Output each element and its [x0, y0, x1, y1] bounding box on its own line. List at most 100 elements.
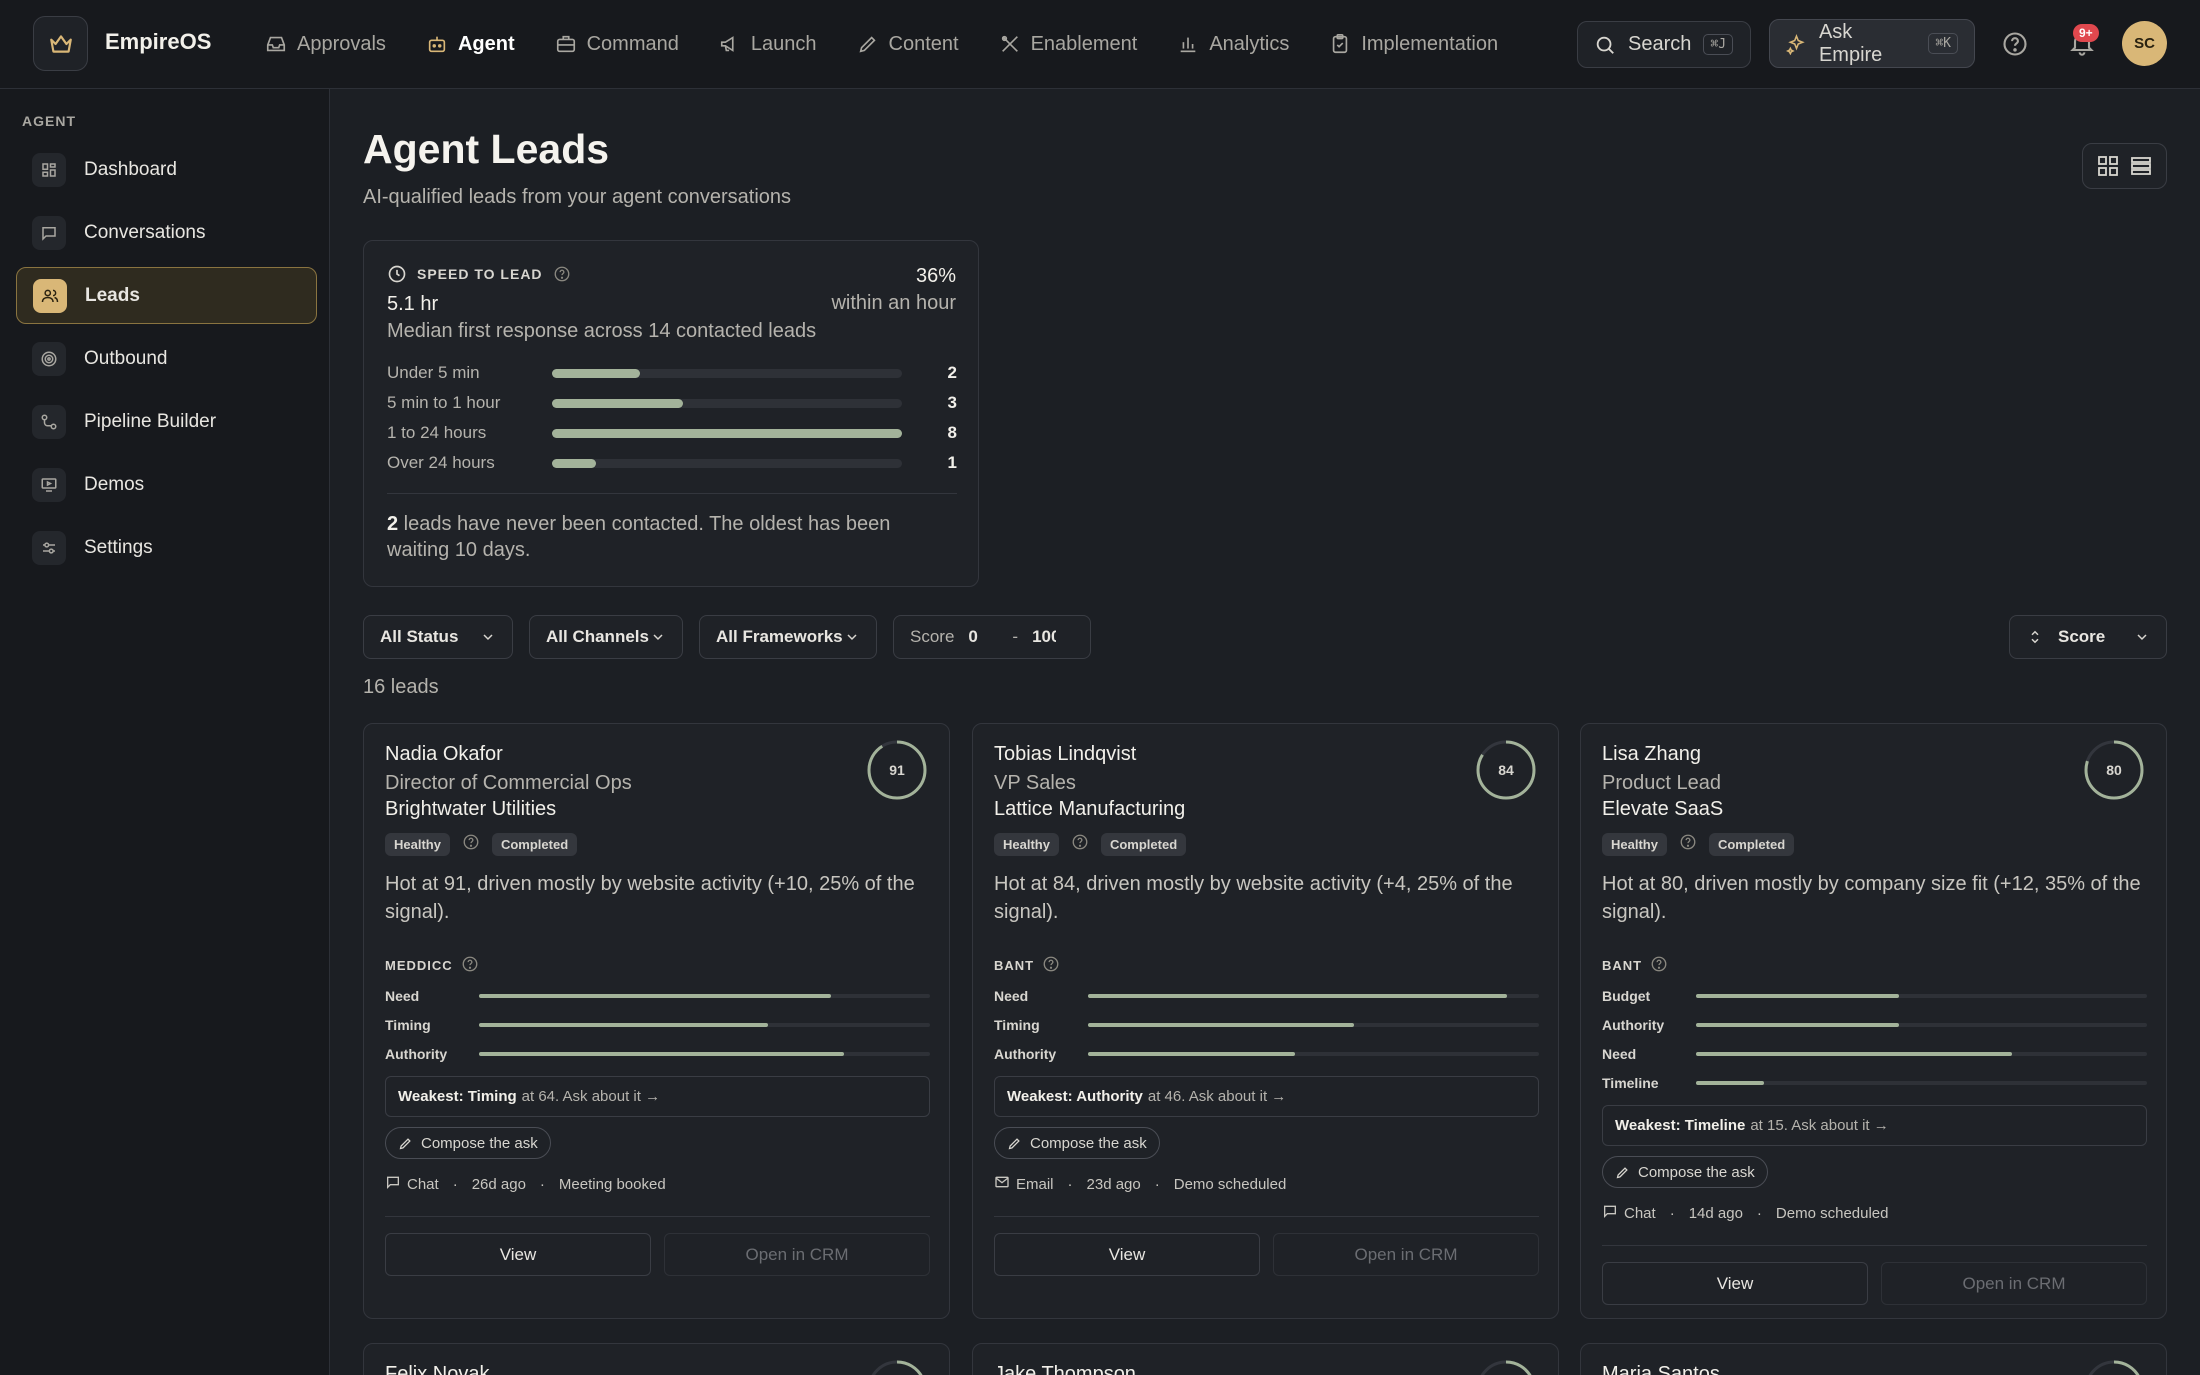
- lead-card[interactable]: Nadia Okafor Director of Commercial Ops Br…: [363, 723, 950, 1319]
- nav-label: Agent: [457, 32, 515, 55]
- top-nav-bar: EmpireOS Approvals Agent Command Launch …: [0, 0, 2200, 89]
- sidebar-item-leads[interactable]: Leads: [16, 267, 317, 324]
- help-icon[interactable]: [1071, 833, 1089, 856]
- speed-heading: SPEED TO LEAD: [387, 264, 571, 284]
- framework-heading: BANT: [1602, 955, 1668, 976]
- grid-view-icon[interactable]: [2096, 154, 2120, 178]
- search-button[interactable]: Search ⌘J: [1577, 21, 1751, 68]
- ask-empire-button[interactable]: Ask Empire ⌘K: [1769, 19, 1975, 68]
- criterion-label: Timeline: [1602, 1075, 1659, 1091]
- help-icon[interactable]: [2001, 30, 2029, 58]
- criterion-label: Authority: [994, 1046, 1057, 1062]
- bucket-label: Under 5 min: [387, 363, 480, 382]
- bucket-count: 1: [947, 453, 957, 472]
- health-badge: Healthy: [385, 833, 450, 856]
- criterion-label: Authority: [385, 1046, 448, 1062]
- nav-approvals[interactable]: Approvals: [245, 24, 406, 64]
- help-icon[interactable]: [1650, 955, 1668, 976]
- chevron-down-icon: [847, 634, 857, 641]
- criterion-bar-fill: [1696, 994, 1899, 998]
- chat-icon: [385, 1174, 401, 1194]
- weakest-criterion-link[interactable]: Weakest: Timing at 64. Ask about it →: [385, 1076, 930, 1117]
- divider: [994, 1216, 1539, 1217]
- help-icon[interactable]: [1042, 955, 1060, 976]
- nav-agent[interactable]: Agent: [406, 24, 535, 64]
- sidebar-item-demos[interactable]: Demos: [16, 456, 317, 513]
- help-icon[interactable]: [461, 955, 479, 976]
- help-icon[interactable]: [462, 833, 480, 856]
- lead-card[interactable]: Lisa Zhang Product Lead Elevate SaaS 80 Heal…: [1580, 723, 2167, 1319]
- open-in-crm-button[interactable]: Open in CRM: [1273, 1233, 1539, 1276]
- divider: [387, 493, 957, 494]
- nav-content[interactable]: Content: [837, 24, 979, 64]
- weakest-criterion-link[interactable]: Weakest: Timeline at 15. Ask about it →: [1602, 1105, 2147, 1146]
- lead-card[interactable]: Maria Santos: [1580, 1343, 2167, 1375]
- logo[interactable]: [33, 16, 88, 71]
- lead-name: Nadia Okafor: [385, 743, 503, 765]
- status-filter-label: All Status: [380, 627, 459, 646]
- lead-channel: Chat: [1624, 1204, 1656, 1222]
- inbox-icon: [266, 36, 286, 52]
- view-lead-button[interactable]: View: [994, 1233, 1260, 1276]
- compose-ask-button[interactable]: Compose the ask: [994, 1127, 1160, 1159]
- briefcase-icon: [556, 35, 575, 53]
- lead-card[interactable]: Jake Thompson: [972, 1343, 1559, 1375]
- lead-tags: Healthy Completed: [385, 833, 578, 856]
- bucket-count: 2: [947, 363, 957, 382]
- lead-name: Tobias Lindqvist: [994, 743, 1137, 765]
- criterion-bar-fill: [1696, 1081, 1764, 1085]
- compose-ask-button[interactable]: Compose the ask: [385, 1127, 551, 1159]
- sidebar-item-dashboard[interactable]: Dashboard: [16, 141, 317, 198]
- nav-analytics[interactable]: Analytics: [1157, 24, 1309, 64]
- sort-dropdown[interactable]: Score: [2009, 615, 2167, 659]
- help-icon[interactable]: [1679, 833, 1697, 856]
- dashboard-icon: [32, 152, 66, 187]
- status-badge: Completed: [1100, 833, 1187, 856]
- frameworks-filter[interactable]: All Frameworks: [699, 615, 877, 659]
- sidebar-item-conversations[interactable]: Conversations: [16, 204, 317, 261]
- list-view-icon[interactable]: [2129, 154, 2153, 178]
- criterion-row: Authority: [385, 1045, 930, 1063]
- pencil-icon: [1008, 1137, 1020, 1149]
- framework-heading: BANT: [994, 955, 1060, 976]
- bucket-bar-fill: [552, 368, 640, 378]
- nav-enablement[interactable]: Enablement: [979, 24, 1158, 64]
- lead-card[interactable]: Tobias Lindqvist VP Sales Lattice Manufact…: [972, 723, 1559, 1319]
- uncontacted-count: 2: [387, 513, 399, 535]
- criterion-row: Need: [385, 987, 930, 1005]
- nav-launch[interactable]: Launch: [699, 24, 837, 64]
- sidebar-item-settings[interactable]: Settings: [16, 519, 317, 576]
- nav-label: Implementation: [1361, 32, 1499, 55]
- lead-name: Jake Thompson: [994, 1363, 1136, 1375]
- sidebar-item-outbound[interactable]: Outbound: [16, 330, 317, 387]
- lead-age: 26d ago: [471, 1175, 526, 1193]
- page-subtitle: AI-qualified leads from your agent conve…: [363, 186, 792, 208]
- sidebar-section-label: AGENT: [22, 113, 76, 129]
- criterion-bar-track: [1696, 994, 2147, 998]
- lead-stage: Demo scheduled: [1173, 1175, 1287, 1193]
- open-in-crm-button[interactable]: Open in CRM: [664, 1233, 930, 1276]
- speed-note-text: leads have never been contacted. The old…: [387, 513, 891, 561]
- avatar[interactable]: SC: [2122, 21, 2167, 66]
- nav-command[interactable]: Command: [535, 24, 699, 64]
- compose-ask-button[interactable]: Compose the ask: [1602, 1156, 1768, 1188]
- view-lead-button[interactable]: View: [1602, 1262, 1868, 1305]
- sidebar-item-pipeline-builder[interactable]: Pipeline Builder: [16, 393, 317, 450]
- open-in-crm-button[interactable]: Open in CRM: [1881, 1262, 2147, 1305]
- speed-bucket-row: 1 to 24 hours 8: [387, 422, 957, 444]
- criterion-label: Authority: [1602, 1017, 1665, 1033]
- lead-card[interactable]: Felix Novak: [363, 1343, 950, 1375]
- divider: [385, 1216, 930, 1217]
- channels-filter[interactable]: All Channels: [529, 615, 683, 659]
- score-ring: 80: [2084, 740, 2144, 800]
- score-max-input[interactable]: [1032, 627, 1057, 647]
- nav-implementation[interactable]: Implementation: [1309, 24, 1518, 64]
- lead-age: 23d ago: [1086, 1175, 1141, 1193]
- weakest-criterion-link[interactable]: Weakest: Authority at 46. Ask about it →: [994, 1076, 1539, 1117]
- help-icon[interactable]: [553, 265, 571, 283]
- score-min-input[interactable]: [968, 627, 999, 647]
- view-lead-button[interactable]: View: [385, 1233, 651, 1276]
- nav-label: Analytics: [1209, 32, 1290, 55]
- status-filter[interactable]: All Status: [363, 615, 513, 659]
- page-title: Agent Leads: [363, 126, 610, 172]
